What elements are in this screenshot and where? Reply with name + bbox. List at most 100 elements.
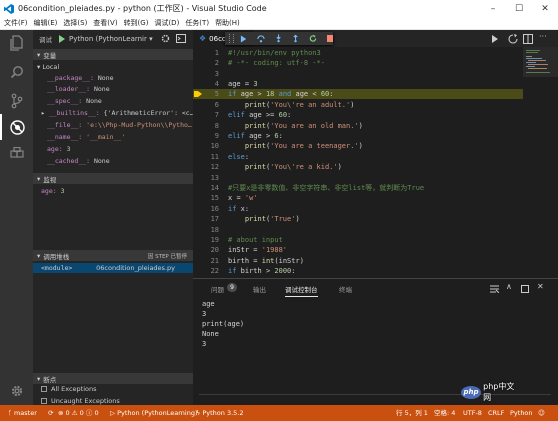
breakpoints-header[interactable]: ▾ 断点 (33, 373, 193, 384)
line-number[interactable]: 2 (193, 58, 219, 68)
code-line[interactable]: 10 print('You are a teenager.') (193, 141, 523, 151)
variable-row[interactable]: __name__: '__main__' (47, 132, 193, 142)
variable-row[interactable]: __loader__: None (47, 84, 193, 94)
line-number[interactable]: 21 (193, 256, 219, 266)
menu-help[interactable]: 帮助(H) (215, 18, 240, 28)
chevron-up-icon[interactable]: ∧ (506, 282, 512, 291)
local-scope[interactable]: ▾ Local (37, 62, 59, 72)
line-number[interactable]: 19 (193, 235, 219, 245)
tab-terminal[interactable]: 终端 (339, 284, 352, 294)
line-number[interactable]: 11 (193, 152, 219, 162)
line-number[interactable]: 13 (193, 173, 219, 183)
line-number[interactable]: 12 (193, 162, 219, 172)
indentation[interactable]: 空格: 4 (434, 405, 455, 421)
code-line[interactable]: 21 birth = int(inStr) (193, 256, 523, 266)
breakpoint-item[interactable]: All Exceptions (41, 384, 191, 394)
code-line[interactable]: 5 if age > 18 and age < 60: (193, 89, 523, 99)
line-number[interactable]: 5 (193, 89, 219, 99)
debug-icon[interactable] (0, 114, 33, 140)
code-line[interactable]: 15 x = 'w' (193, 193, 523, 203)
extensions-icon[interactable] (0, 141, 33, 167)
menu-file[interactable]: 文件(F) (4, 18, 28, 28)
watch-header[interactable]: ▾ 监视 (33, 173, 193, 184)
close-button[interactable]: ✕ (532, 0, 558, 17)
code-line[interactable]: 17 print('True') (193, 214, 523, 224)
maximize-panel-icon[interactable] (521, 285, 529, 293)
variables-header[interactable]: ▾ 变量 (33, 49, 193, 60)
code-line[interactable]: 4 age = 3 (193, 79, 523, 89)
menu-goto[interactable]: 转到(G) (124, 18, 149, 28)
line-number[interactable]: 3 (193, 69, 219, 79)
code-line[interactable]: 22 if birth > 2000: (193, 266, 523, 276)
code-line[interactable]: 9 elif age > 6: (193, 131, 523, 141)
code-line[interactable]: 3 (193, 69, 523, 79)
source-control-icon[interactable] (0, 88, 33, 114)
code-line[interactable]: 19 # about input (193, 235, 523, 245)
search-icon[interactable] (0, 59, 33, 85)
line-number[interactable]: 15 (193, 193, 219, 203)
line-number[interactable]: 8 (193, 121, 219, 131)
debug-config-select[interactable]: Python (PythonLearnir ▾ (69, 35, 153, 43)
line-number[interactable]: 20 (193, 245, 219, 255)
checkbox[interactable] (41, 386, 47, 392)
variable-row[interactable]: age: 3 (47, 144, 193, 154)
gear-icon[interactable] (0, 378, 33, 404)
line-number[interactable]: 16 (193, 204, 219, 214)
maximize-button[interactable]: ☐ (506, 0, 532, 17)
line-number[interactable]: 7 (193, 110, 219, 120)
variable-row[interactable]: ▸ __builtins__: {'ArithmeticError': <c… (41, 108, 193, 118)
language-mode[interactable]: Python (510, 405, 533, 421)
line-number[interactable]: 9 (193, 131, 219, 141)
line-number[interactable]: 10 (193, 141, 219, 151)
stop-icon[interactable] (326, 35, 334, 42)
run-icon[interactable] (491, 35, 499, 43)
line-number[interactable]: 6 (193, 100, 219, 110)
code-line[interactable]: 20 inStr = '1988' (193, 245, 523, 255)
minimap[interactable] (523, 47, 558, 278)
code-line[interactable]: 1 #!/usr/bin/env python3 (193, 48, 523, 58)
tab-problems[interactable]: 问题 (211, 284, 224, 294)
code-line[interactable]: 16 if x: (193, 204, 523, 214)
debug-settings-gear-icon[interactable] (161, 34, 170, 43)
code-line[interactable]: 18 (193, 225, 523, 235)
restart-icon[interactable] (309, 34, 317, 43)
menu-view[interactable]: 查看(V) (93, 18, 117, 28)
menu-tasks[interactable]: 任务(T) (185, 18, 209, 28)
close-panel-icon[interactable]: ✕ (537, 282, 544, 291)
cursor-position[interactable]: 行 5，列 1 (396, 405, 428, 421)
watch-expression[interactable]: age: 3 (41, 186, 191, 196)
more-actions-icon[interactable]: ··· (539, 32, 547, 41)
step-out-icon[interactable] (292, 34, 299, 43)
problems-summary[interactable]: ⊗ 0 ⚠ 0 ⓘ 0 (58, 405, 99, 421)
line-number[interactable]: 17 (193, 214, 219, 224)
menu-selection[interactable]: 选择(S) (63, 18, 87, 28)
encoding[interactable]: UTF-8 (463, 405, 482, 421)
explorer-icon[interactable] (0, 30, 33, 56)
line-number[interactable]: 4 (193, 79, 219, 89)
clear-console-icon[interactable] (490, 285, 499, 293)
line-number[interactable]: 1 (193, 48, 219, 58)
callstack-frame[interactable]: <module> 06condition_pleiades.py (33, 263, 193, 273)
debug-console-icon[interactable] (175, 34, 186, 43)
line-number[interactable]: 14 (193, 183, 219, 193)
code-line[interactable]: 2 # -*- coding: utf-8 -*- (193, 58, 523, 68)
tab-output[interactable]: 输出 (253, 284, 266, 294)
code-line[interactable]: 7 elif age >= 60: (193, 110, 523, 120)
step-over-icon[interactable] (257, 34, 265, 43)
drag-handle[interactable] (229, 34, 234, 43)
continue-icon[interactable] (240, 34, 247, 43)
line-number[interactable]: 18 (193, 225, 219, 235)
sync-icon[interactable]: ⟳ (48, 405, 53, 421)
code-line[interactable]: 11 else: (193, 152, 523, 162)
menu-edit[interactable]: 编辑(E) (34, 18, 58, 28)
line-endings[interactable]: CRLF (488, 405, 504, 421)
code-line[interactable]: 14 #只要x是非零数值、非空字符串、非空list等，就判断为True (193, 183, 523, 193)
code-line[interactable]: 6 print('You\'re an adult.') (193, 100, 523, 110)
tab-debug-console[interactable]: 调试控制台 (285, 284, 318, 297)
variable-row[interactable]: __spec__: None (47, 96, 193, 106)
menu-debug[interactable]: 调试(D) (154, 18, 179, 28)
feedback-icon[interactable]: ☺ (538, 405, 545, 421)
open-changes-icon[interactable] (508, 34, 518, 44)
split-editor-icon[interactable] (523, 34, 533, 44)
variable-row[interactable]: __cached__: None (47, 156, 193, 166)
